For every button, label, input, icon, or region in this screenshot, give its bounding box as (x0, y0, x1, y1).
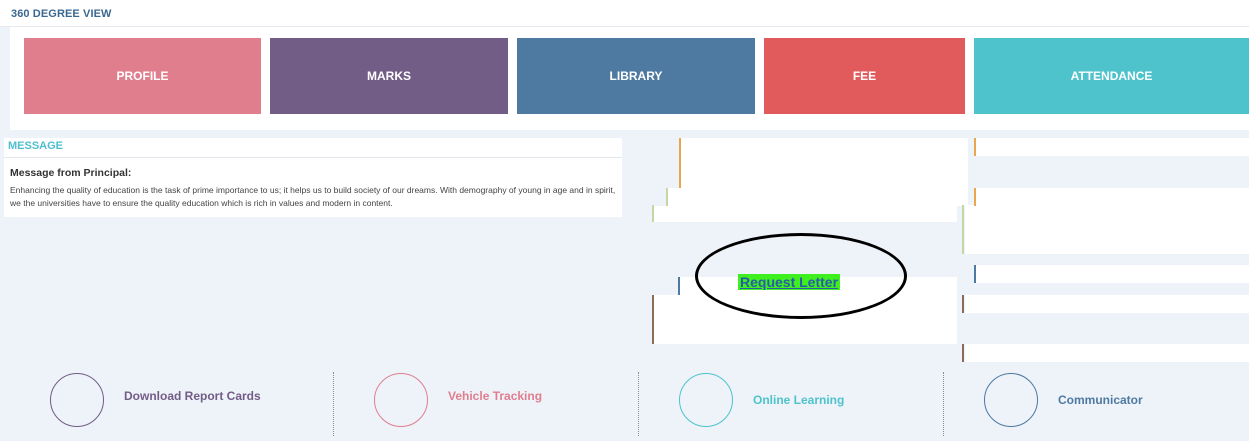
notice-box (965, 205, 1249, 254)
notice-box (668, 188, 968, 206)
notice-box (976, 138, 1249, 156)
marks-tile[interactable]: MARKS (270, 38, 508, 114)
divider (638, 372, 639, 436)
accent-line (974, 138, 976, 156)
accent-line (679, 138, 681, 188)
circle-icon (50, 373, 104, 427)
accent-line (962, 295, 964, 313)
quick-link-label: Vehicle Tracking (448, 389, 543, 403)
message-divider (4, 157, 622, 158)
notice-box (654, 206, 957, 222)
message-heading: Message from Principal: (10, 167, 132, 179)
accent-line (962, 344, 964, 362)
accent-line (962, 205, 964, 254)
accent-line (666, 188, 668, 206)
circle-icon (374, 373, 428, 427)
accent-line (974, 188, 976, 206)
notice-box (976, 265, 1249, 283)
quick-link-label: Communicator (1058, 393, 1143, 407)
request-letter-link[interactable]: Request Letter (738, 274, 841, 290)
accent-line (974, 265, 976, 283)
message-body: Enhancing the quality of education is th… (10, 185, 616, 208)
vehicle-tracking-button[interactable]: Vehicle Tracking (374, 370, 542, 430)
communicator-button[interactable]: Communicator (984, 370, 1143, 430)
notice-box (965, 295, 1249, 313)
accent-line (652, 295, 654, 344)
quick-link-label: Download Report Cards (124, 389, 261, 403)
notice-box (654, 295, 957, 344)
online-learning-button[interactable]: Online Learning (679, 370, 844, 430)
divider (943, 372, 944, 436)
accent-line (678, 277, 680, 295)
notice-box (680, 138, 968, 188)
accent-line (652, 205, 654, 222)
fee-tile[interactable]: FEE (764, 38, 965, 114)
download-report-cards-button[interactable]: Download Report Cards (50, 370, 261, 430)
notice-box (976, 188, 1249, 206)
circle-icon (984, 373, 1038, 427)
circle-icon (679, 373, 733, 427)
page-title: 360 DEGREE VIEW (11, 8, 112, 20)
notice-box (965, 344, 1249, 362)
divider (333, 372, 334, 436)
quick-link-label: Online Learning (753, 393, 845, 407)
attendance-tile[interactable]: ATTENDANCE (974, 38, 1249, 114)
message-section-title: MESSAGE (8, 140, 64, 152)
library-tile[interactable]: LIBRARY (517, 38, 755, 114)
profile-tile[interactable]: PROFILE (24, 38, 261, 114)
header-bar: 360 DEGREE VIEW (0, 0, 1249, 27)
